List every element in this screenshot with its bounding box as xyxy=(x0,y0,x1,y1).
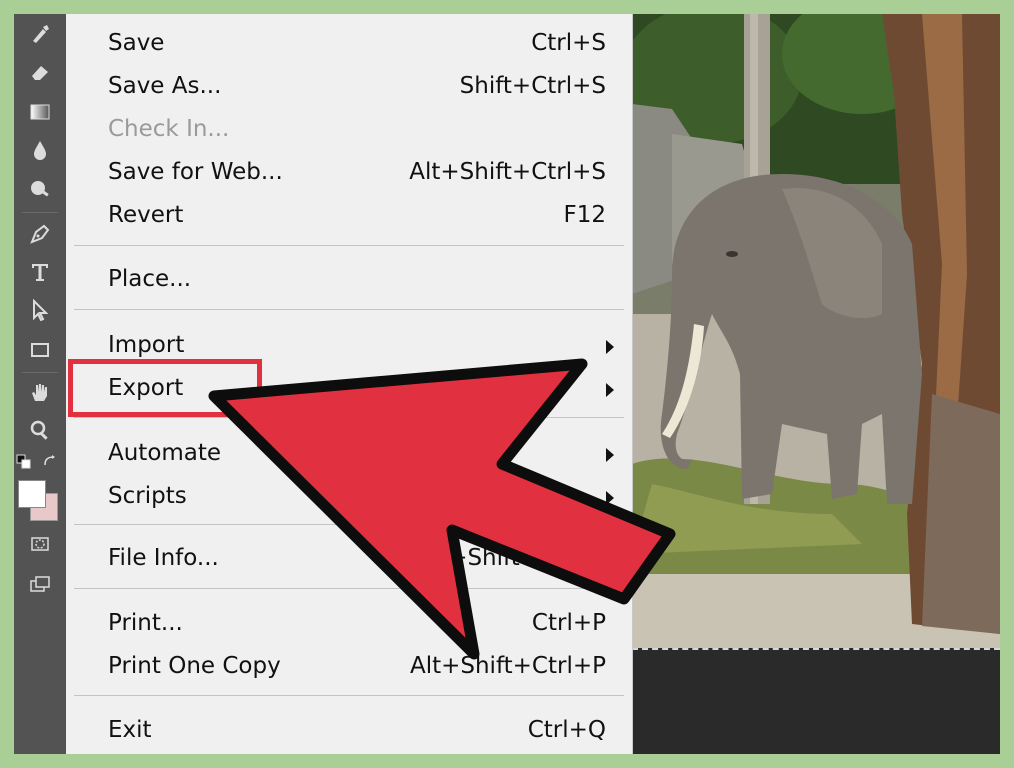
dodge-icon[interactable] xyxy=(26,174,54,202)
canvas-image xyxy=(632,14,1000,648)
swap-colors-icon[interactable] xyxy=(42,454,58,470)
menu-separator xyxy=(74,245,624,246)
pen-icon[interactable] xyxy=(26,220,54,248)
blur-icon[interactable] xyxy=(26,136,54,164)
menu-item-save-as[interactable]: Save As... Shift+Ctrl+S xyxy=(66,67,632,107)
screen-mode-icon[interactable] xyxy=(26,570,54,598)
type-icon[interactable] xyxy=(26,258,54,286)
pointer-arrow-icon xyxy=(208,358,676,660)
menu-item-exit[interactable]: Exit Ctrl+Q xyxy=(66,711,632,751)
photoshop-window: Save Ctrl+S Save As... Shift+Ctrl+S Chec… xyxy=(14,14,1000,754)
toolbar-divider xyxy=(22,372,58,373)
foreground-color-swatch[interactable] xyxy=(18,480,46,508)
tools-panel xyxy=(14,14,67,754)
menu-item-place[interactable]: Place... xyxy=(66,260,632,300)
menu-item-save-for-web[interactable]: Save for Web... Alt+Shift+Ctrl+S xyxy=(66,153,632,193)
eraser-icon[interactable] xyxy=(26,58,54,86)
hand-icon[interactable] xyxy=(26,378,54,406)
menu-separator xyxy=(74,695,624,696)
canvas-empty-area xyxy=(632,648,1000,754)
rectangle-shape-icon[interactable] xyxy=(26,336,54,364)
toolbar-divider xyxy=(22,212,58,213)
menu-item-revert[interactable]: Revert F12 xyxy=(66,196,632,236)
menu-item-save[interactable]: Save Ctrl+S xyxy=(66,24,632,64)
submenu-arrow-icon xyxy=(606,340,614,354)
zoom-icon[interactable] xyxy=(26,416,54,444)
path-selection-icon[interactable] xyxy=(26,296,54,324)
menu-separator xyxy=(74,309,624,310)
history-brush-icon[interactable] xyxy=(26,20,54,48)
quick-mask-icon[interactable] xyxy=(26,530,54,558)
default-colors-icon[interactable] xyxy=(16,454,32,470)
menu-item-check-in: Check In... xyxy=(108,116,230,142)
gradient-icon[interactable] xyxy=(26,98,54,126)
